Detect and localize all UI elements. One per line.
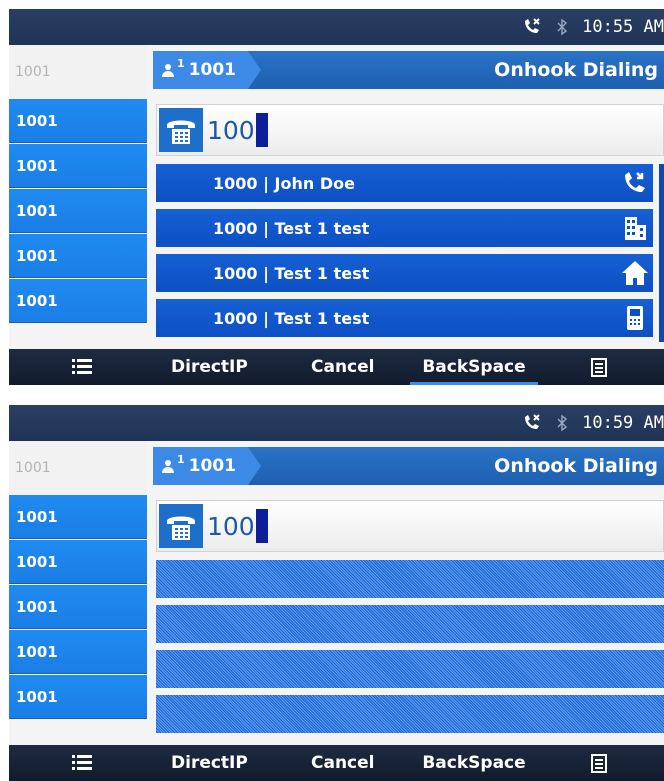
contact-name: | Test 1 test: [257, 218, 370, 238]
text-cursor: [255, 509, 268, 543]
search-results-loading: [156, 560, 664, 738]
more-icon[interactable]: [591, 358, 607, 377]
clock: 10:55 AM: [582, 17, 664, 37]
dial-value: 100: [207, 115, 255, 145]
contact-name: | Test 1 test: [257, 263, 370, 283]
line-panel: 1001 1001 1001 1001 1001 1001: [9, 441, 147, 745]
phone-keypad-icon: [159, 504, 203, 548]
line-key[interactable]: 1001: [9, 99, 147, 143]
status-bar: 10:59 AM: [9, 405, 664, 441]
loading-placeholder-row: [156, 650, 664, 688]
call-forward-icon: [522, 17, 542, 37]
softkey-cancel[interactable]: Cancel: [311, 745, 374, 781]
list-menu-icon[interactable]: [72, 754, 92, 772]
bluetooth-icon: [552, 413, 572, 433]
contact-name: | John Doe: [257, 173, 355, 193]
softkey-directip[interactable]: DirectIP: [171, 745, 248, 781]
dial-input[interactable]: 100: [156, 104, 664, 156]
home-icon: [622, 261, 648, 285]
dial-value: 100: [207, 511, 255, 541]
match-prefix: 1000: [213, 218, 258, 238]
account-number: 1001: [188, 60, 236, 80]
account-index: 1: [177, 56, 185, 70]
status-indicators: 10:59 AM: [522, 405, 664, 441]
match-prefix: 1000: [213, 308, 258, 328]
mobile-phone-icon: [627, 306, 643, 330]
line-key[interactable]: 1001: [9, 630, 147, 674]
list-item[interactable]: 1000 | John Doe: [156, 164, 653, 202]
call-forward-icon: [625, 172, 645, 192]
line-panel-header: 1001: [9, 441, 147, 495]
match-prefix: 1000: [213, 263, 258, 283]
bluetooth-icon: [552, 17, 572, 37]
softkey-bar: DirectIP Cancel BackSpace: [9, 349, 664, 385]
phone-screen-2: 10:59 AM 1001 1001 1001 1001 1001 1001 1…: [9, 405, 664, 781]
active-softkey-indicator: [410, 382, 538, 385]
loading-placeholder-row: [156, 605, 664, 643]
account-number: 1001: [188, 456, 236, 476]
person-icon: [162, 460, 174, 473]
clock: 10:59 AM: [582, 413, 664, 433]
status-bar: 10:55 AM: [9, 9, 664, 45]
page-title: Onhook Dialing: [494, 59, 658, 81]
list-item[interactable]: 1000 | Test 1 test: [156, 254, 653, 292]
line-key[interactable]: 1001: [9, 675, 147, 719]
phone-keypad-icon: [159, 108, 203, 152]
dial-input[interactable]: 100: [156, 500, 664, 552]
person-icon: [162, 64, 174, 77]
search-results: 1000 | John Doe 1000 | Test 1 test 1000 …: [156, 164, 664, 342]
line-key[interactable]: 1001: [9, 279, 147, 323]
contact-name: | Test 1 test: [257, 308, 370, 328]
scrollbar[interactable]: [659, 164, 664, 342]
text-cursor: [255, 113, 268, 147]
line-key[interactable]: 1001: [9, 585, 147, 629]
title-bar: 1 1001 Onhook Dialing: [153, 51, 664, 89]
line-key[interactable]: 1001: [9, 189, 147, 233]
line-key[interactable]: 1001: [9, 495, 147, 539]
line-key[interactable]: 1001: [9, 540, 147, 584]
softkey-cancel[interactable]: Cancel: [311, 349, 374, 385]
phone-screen-1: 10:55 AM 1001 1001 1001 1001 1001 1001 1…: [9, 9, 664, 385]
loading-placeholder-row: [156, 560, 664, 598]
line-panel: 1001 1001 1001 1001 1001 1001: [9, 45, 147, 349]
title-bar: 1 1001 Onhook Dialing: [153, 447, 664, 485]
list-item[interactable]: 1000 | Test 1 test: [156, 209, 653, 247]
call-forward-icon: [522, 413, 542, 433]
page-title: Onhook Dialing: [494, 455, 658, 477]
status-indicators: 10:55 AM: [522, 9, 664, 45]
account-tab[interactable]: 1 1001: [153, 447, 261, 485]
softkey-backspace[interactable]: BackSpace: [410, 745, 538, 781]
softkey-bar: DirectIP Cancel BackSpace: [9, 745, 664, 781]
office-building-icon: [625, 217, 646, 240]
line-key[interactable]: 1001: [9, 234, 147, 278]
list-menu-icon[interactable]: [72, 358, 92, 376]
line-panel-header: 1001: [9, 45, 147, 99]
softkey-backspace[interactable]: BackSpace: [410, 349, 538, 385]
more-icon[interactable]: [591, 754, 607, 773]
softkey-directip[interactable]: DirectIP: [171, 349, 248, 385]
account-tab[interactable]: 1 1001: [153, 51, 261, 89]
match-prefix: 1000: [213, 173, 258, 193]
account-index: 1: [177, 452, 185, 466]
scrollbar-thumb[interactable]: [659, 164, 664, 342]
loading-placeholder-row: [156, 695, 664, 733]
line-key[interactable]: 1001: [9, 144, 147, 188]
softkey-backspace-label: BackSpace: [422, 357, 526, 377]
list-item[interactable]: 1000 | Test 1 test: [156, 299, 653, 337]
